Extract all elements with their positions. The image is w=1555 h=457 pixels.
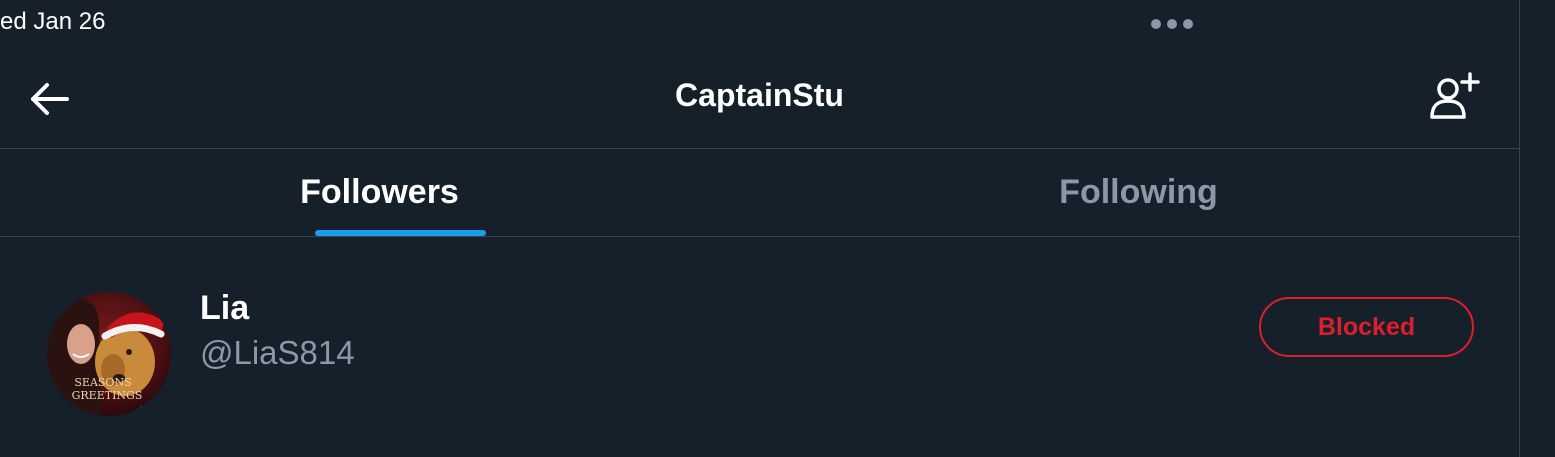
tab-bar: Followers Following xyxy=(0,149,1519,236)
avatar-image: SEASONS GREETINGS xyxy=(47,292,171,416)
avatar[interactable]: SEASONS GREETINGS xyxy=(47,292,171,416)
top-header: CaptainStu xyxy=(0,55,1519,148)
app-screen: ed Jan 26 CaptainStu Followers Following xyxy=(0,0,1555,457)
user-handle: @LiaS814 xyxy=(200,334,355,371)
list-item[interactable]: SEASONS GREETINGS Lia @LiaS814 Blocked xyxy=(0,237,1519,457)
avatar-caption-line-2: GREETINGS xyxy=(72,389,143,402)
side-panel-edge xyxy=(1519,0,1555,457)
user-display-name: Lia xyxy=(200,289,250,327)
status-time: ed Jan 26 xyxy=(0,8,106,35)
tab-followers[interactable]: Followers xyxy=(0,149,759,236)
tab-following[interactable]: Following xyxy=(759,149,1518,236)
more-dots-icon[interactable] xyxy=(1151,19,1193,29)
add-user-icon xyxy=(1430,72,1480,119)
dot xyxy=(1167,19,1177,29)
dot xyxy=(1183,19,1193,29)
add-user-button[interactable] xyxy=(1424,69,1484,125)
avatar-caption-line-1: SEASONS xyxy=(74,376,131,389)
dot xyxy=(1151,19,1161,29)
blocked-button[interactable]: Blocked xyxy=(1259,297,1474,357)
tab-label: Following xyxy=(1059,173,1218,211)
page-title: CaptainStu xyxy=(675,77,844,113)
tab-label: Followers xyxy=(300,173,459,211)
